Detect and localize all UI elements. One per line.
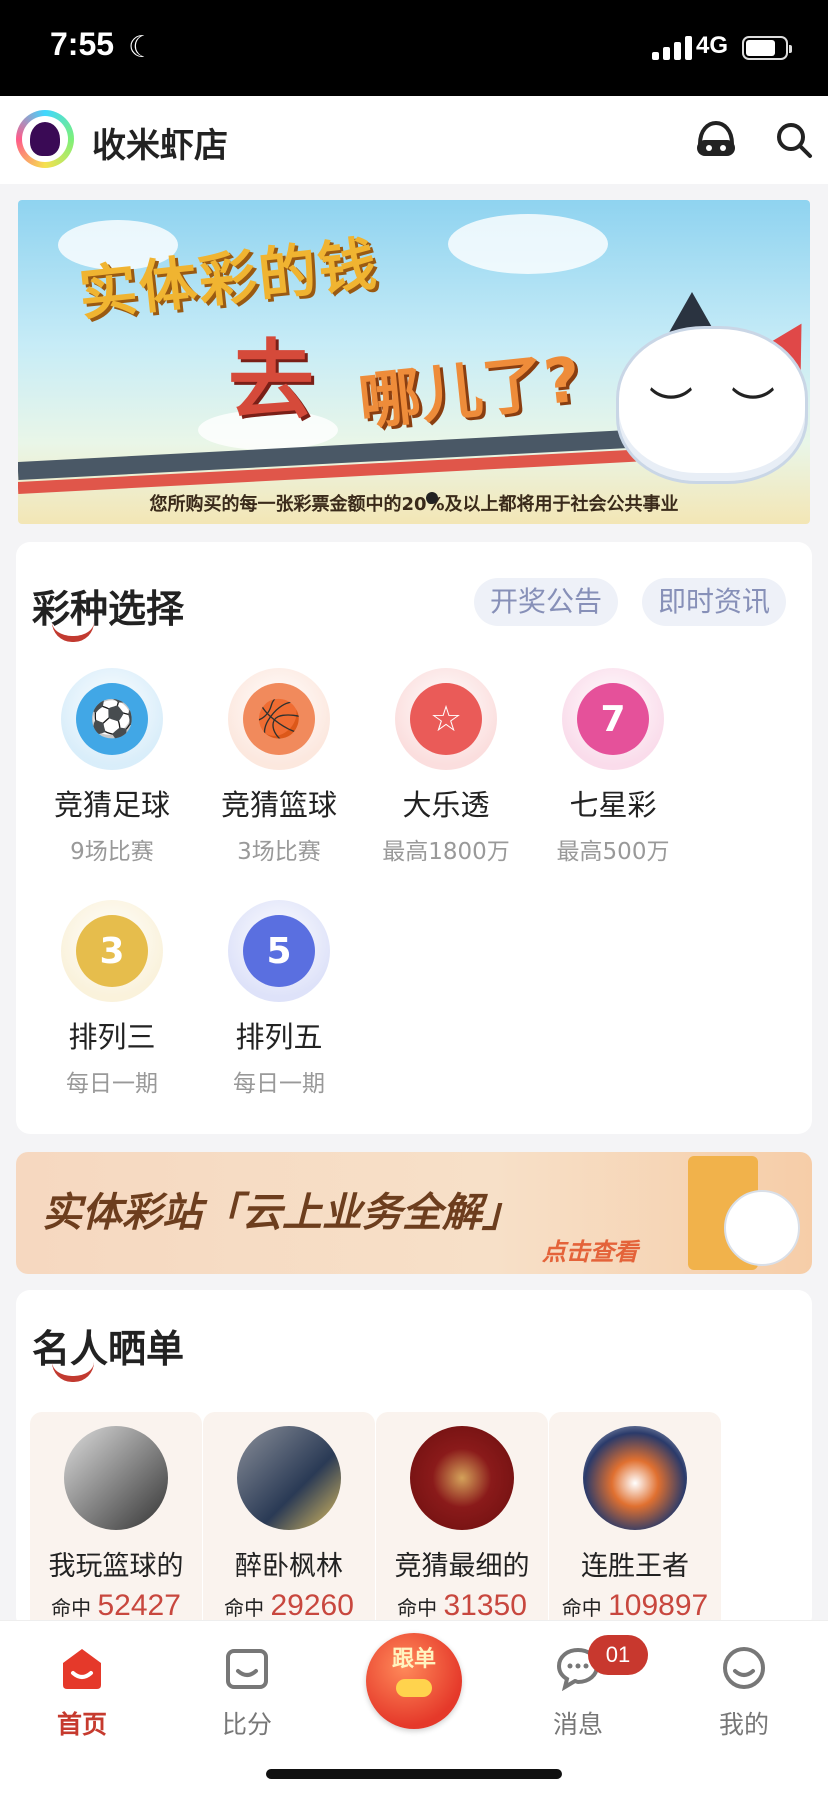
banner-caption: 您所购买的每一张彩票金额中的20%及以上都将用于社会公共事业 [149,494,679,515]
lottery-item[interactable]: 🏀 竞猜篮球 3场比赛 [189,668,369,866]
lottery-name: 七星彩 [569,788,657,822]
draw-announcement-button[interactable]: 开奖公告 [474,578,619,626]
soccer-ball-icon: ⚽ [61,668,163,770]
app-header: 收米虾店 [0,96,828,184]
tab-score[interactable]: 比分 [187,1645,307,1741]
section-title: 彩种选择 [32,578,184,642]
number-three-icon: 3 [61,900,163,1002]
celebrity-card[interactable]: 醉卧枫林命中 29260 [203,1412,375,1642]
avatar [64,1426,168,1530]
follow-order-label: 跟单 [391,1647,436,1672]
banner-headline-2: 去 [228,331,314,431]
celebrity-card[interactable]: 我玩篮球的命中 52427 [30,1412,202,1642]
lottery-subtitle: 每日一期 [66,1071,158,1097]
celebrity-card[interactable]: 连胜王者命中 109897 [549,1412,721,1642]
battery-icon [742,36,792,60]
avatar [410,1426,514,1530]
message-badge: 01 [588,1635,648,1675]
celebrity-name: 连胜王者 [581,1551,689,1582]
lottery-subtitle: 9场比赛 [70,839,154,865]
avatar [237,1426,341,1530]
logo-icon[interactable] [16,110,74,168]
page-title: 收米虾店 [92,126,228,166]
promo-cta[interactable]: 点击查看 [542,1232,638,1267]
tab-follow-order[interactable]: 跟单 [366,1633,462,1729]
lottery-subtitle: 最高1800万 [382,839,510,865]
mascot-image [724,1190,800,1266]
lottery-subtitle: 3场比赛 [237,839,321,865]
lottery-section: 彩种选择 开奖公告 即时资讯 ⚽ 竞猜足球 9场比赛 🏀 竞猜篮球 3场比赛 ☆ 大乐透最高1… [16,542,812,1134]
news-button[interactable]: 即时资讯 [642,578,787,626]
section-title: 名人晒单 [32,1318,184,1382]
tab-profile[interactable]: 我的 [684,1645,804,1741]
tab-home[interactable]: 首页 [22,1645,142,1741]
search-icon[interactable] [774,120,814,160]
hit-count: 命中 52427 [51,1589,181,1622]
status-bar: 7:55 ☾ 4G [0,0,828,96]
lottery-item[interactable]: 7 七星彩最高500万 [523,668,703,866]
celebrity-name: 我玩篮球的 [48,1551,184,1582]
lottery-item[interactable]: 5 排列五每日一期 [189,900,369,1098]
moon-icon: ☾ [128,30,155,65]
mascot-image: ︶ ︶ [616,326,808,484]
lottery-name: 竞猜篮球 [220,788,337,822]
network-type: 4G [696,32,729,59]
hit-count: 命中 109897 [561,1589,709,1622]
celebrity-name: 醉卧枫林 [235,1551,343,1582]
status-time: 7:55 [50,26,115,62]
hit-count: 命中 29260 [224,1589,354,1622]
signal-icon [652,36,692,60]
home-icon [59,1645,105,1691]
lottery-item[interactable]: 3 排列三每日一期 [22,900,202,1098]
banner-headline-3: 哪儿了? [355,342,584,439]
lottery-name: 大乐透 [402,788,490,822]
home-indicator [266,1769,562,1779]
seven-star-icon: 7 [562,668,664,770]
follow-order-icon [396,1679,432,1697]
banner-carousel[interactable]: 实体彩的钱 去 哪儿了? ︶ ︶ 您所购买的每一张彩票金额中的20%及以上都将用… [18,200,810,524]
bottom-tab-bar: 首页 比分 跟单 消息 01 我的 [0,1620,828,1793]
hit-count: 命中 31350 [397,1589,527,1622]
basketball-icon: 🏀 [228,668,330,770]
star-ball-icon: ☆ [395,668,497,770]
lottery-name: 排列三 [68,1020,156,1054]
celebrity-card[interactable]: 竞猜最细的命中 31350 [376,1412,548,1642]
lottery-item[interactable]: ⚽ 竞猜足球 9场比赛 [22,668,202,866]
profile-icon [721,1645,767,1691]
lottery-subtitle: 最高500万 [556,839,670,865]
promo-banner[interactable]: 实体彩站「云上业务全解」 点击查看 [16,1152,812,1274]
lottery-item[interactable]: ☆ 大乐透最高1800万 [356,668,536,866]
score-icon [224,1645,270,1691]
lottery-name: 排列五 [235,1020,323,1054]
lottery-subtitle: 每日一期 [233,1071,325,1097]
celebrity-name: 竞猜最细的 [394,1551,530,1582]
celebrity-section: 名人晒单 我玩篮球的 命中 52427 醉卧枫林 命中 29260 竞猜最细的 命中 31… [16,1290,812,1642]
carousel-indicator [426,492,438,504]
number-five-icon: 5 [228,900,330,1002]
promo-title: 实体彩站「云上业务全解」 [42,1190,522,1236]
customer-service-icon[interactable] [694,118,738,162]
lottery-name: 竞猜足球 [53,788,170,822]
avatar [583,1426,687,1530]
